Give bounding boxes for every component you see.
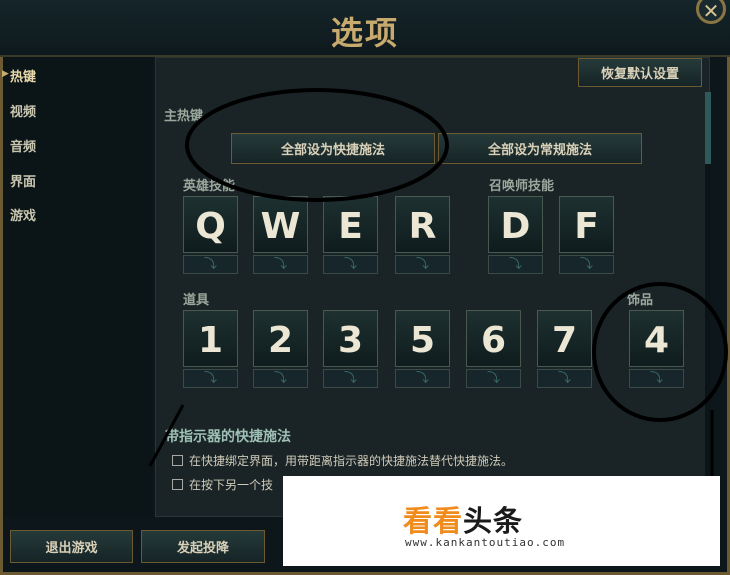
watermark-logo: 看看头条 bbox=[403, 498, 523, 540]
item-key-5[interactable]: 5 ⤵ bbox=[395, 310, 450, 388]
sidebar bbox=[3, 57, 153, 517]
curved-arrow-icon: ⤵ bbox=[488, 255, 543, 274]
key-label: 5 bbox=[395, 310, 450, 367]
set-all-normalcast-button[interactable]: 全部设为常规施法 bbox=[438, 133, 642, 164]
trinket-label: 饰品 bbox=[627, 293, 654, 308]
key-label: R bbox=[395, 196, 450, 253]
items-label: 道具 bbox=[183, 293, 210, 308]
watermark-banner: 看看头条 www.kankantoutiao.com bbox=[283, 476, 720, 566]
summoner-key-d[interactable]: D ⤵ bbox=[488, 196, 543, 274]
checkbox[interactable] bbox=[172, 479, 183, 490]
key-label: 4 bbox=[629, 310, 684, 367]
item-key-3[interactable]: 3 ⤵ bbox=[323, 310, 378, 388]
sidebar-item-audio[interactable]: 音频 bbox=[10, 136, 36, 155]
key-label: 6 bbox=[466, 310, 521, 367]
curved-arrow-icon: ⤵ bbox=[395, 255, 450, 274]
champion-abilities-label: 英雄技能 bbox=[183, 179, 236, 194]
key-label: E bbox=[323, 196, 378, 253]
watermark-brand-orange: 看看 bbox=[403, 504, 464, 538]
key-label: 1 bbox=[183, 310, 238, 367]
key-label: 3 bbox=[323, 310, 378, 367]
sidebar-item-hotkeys[interactable]: 热键 bbox=[10, 66, 36, 85]
ability-key-r[interactable]: R ⤵ bbox=[395, 196, 450, 274]
scrollbar-thumb[interactable] bbox=[705, 92, 711, 164]
exit-game-button[interactable]: 退出游戏 bbox=[10, 530, 133, 563]
watermark-url: www.kankantoutiao.com bbox=[405, 536, 566, 549]
restore-defaults-button[interactable]: 恢复默认设置 bbox=[578, 58, 702, 87]
sidebar-item-video[interactable]: 视频 bbox=[10, 101, 36, 120]
key-label: D bbox=[488, 196, 543, 253]
watermark-brand-dark: 头条 bbox=[463, 504, 524, 538]
quickcast-indicator-heading: 带指示器的快捷施法 bbox=[165, 429, 291, 445]
curved-arrow-icon: ⤵ bbox=[183, 369, 238, 388]
summoner-spells-label: 召唤师技能 bbox=[489, 179, 555, 194]
surrender-button[interactable]: 发起投降 bbox=[141, 530, 265, 563]
curved-arrow-icon: ⤵ bbox=[323, 255, 378, 274]
item-key-2[interactable]: 2 ⤵ bbox=[253, 310, 308, 388]
checkbox[interactable] bbox=[172, 455, 183, 466]
sidebar-item-game[interactable]: 游戏 bbox=[10, 205, 36, 224]
item-key-6[interactable]: 6 ⤵ bbox=[466, 310, 521, 388]
trinket-key-4[interactable]: 4 ⤵ bbox=[629, 310, 684, 388]
window-title: 选项 bbox=[330, 14, 399, 52]
key-label: 7 bbox=[537, 310, 592, 367]
ability-key-q[interactable]: Q ⤵ bbox=[183, 196, 238, 274]
curved-arrow-icon: ⤵ bbox=[253, 255, 308, 274]
close-icon: ✕ bbox=[702, 0, 720, 23]
curved-arrow-icon: ⤵ bbox=[253, 369, 308, 388]
key-label: 2 bbox=[253, 310, 308, 367]
curved-arrow-icon: ⤵ bbox=[466, 369, 521, 388]
ability-key-w[interactable]: W ⤵ bbox=[253, 196, 308, 274]
quickcast-other-option[interactable]: 在按下另一个技 bbox=[172, 476, 273, 493]
curved-arrow-icon: ⤵ bbox=[183, 255, 238, 274]
key-label: W bbox=[253, 196, 308, 253]
curved-arrow-icon: ⤵ bbox=[629, 369, 684, 388]
item-key-1[interactable]: 1 ⤵ bbox=[183, 310, 238, 388]
summoner-key-f[interactable]: F ⤵ bbox=[559, 196, 614, 274]
curved-arrow-icon: ⤵ bbox=[323, 369, 378, 388]
curved-arrow-icon: ⤵ bbox=[395, 369, 450, 388]
curved-arrow-icon: ⤵ bbox=[559, 255, 614, 274]
sidebar-item-interface[interactable]: 界面 bbox=[10, 171, 36, 190]
ability-key-e[interactable]: E ⤵ bbox=[323, 196, 378, 274]
option-label: 在快捷绑定界面，用带距离指示器的快捷施法替代快捷施法。 bbox=[189, 454, 514, 468]
quickcast-range-option[interactable]: 在快捷绑定界面，用带距离指示器的快捷施法替代快捷施法。 bbox=[172, 452, 513, 469]
key-label: F bbox=[559, 196, 614, 253]
hotkeys-panel bbox=[155, 57, 710, 517]
main-hotkeys-heading: 主热键 bbox=[164, 109, 204, 124]
curved-arrow-icon: ⤵ bbox=[537, 369, 592, 388]
title-bar: 选项 bbox=[0, 0, 730, 57]
caret-right-icon: ▶ bbox=[2, 69, 9, 79]
key-label: Q bbox=[183, 196, 238, 253]
item-key-7[interactable]: 7 ⤵ bbox=[537, 310, 592, 388]
set-all-quickcast-button[interactable]: 全部设为快捷施法 bbox=[231, 133, 435, 164]
option-label: 在按下另一个技 bbox=[189, 478, 274, 492]
